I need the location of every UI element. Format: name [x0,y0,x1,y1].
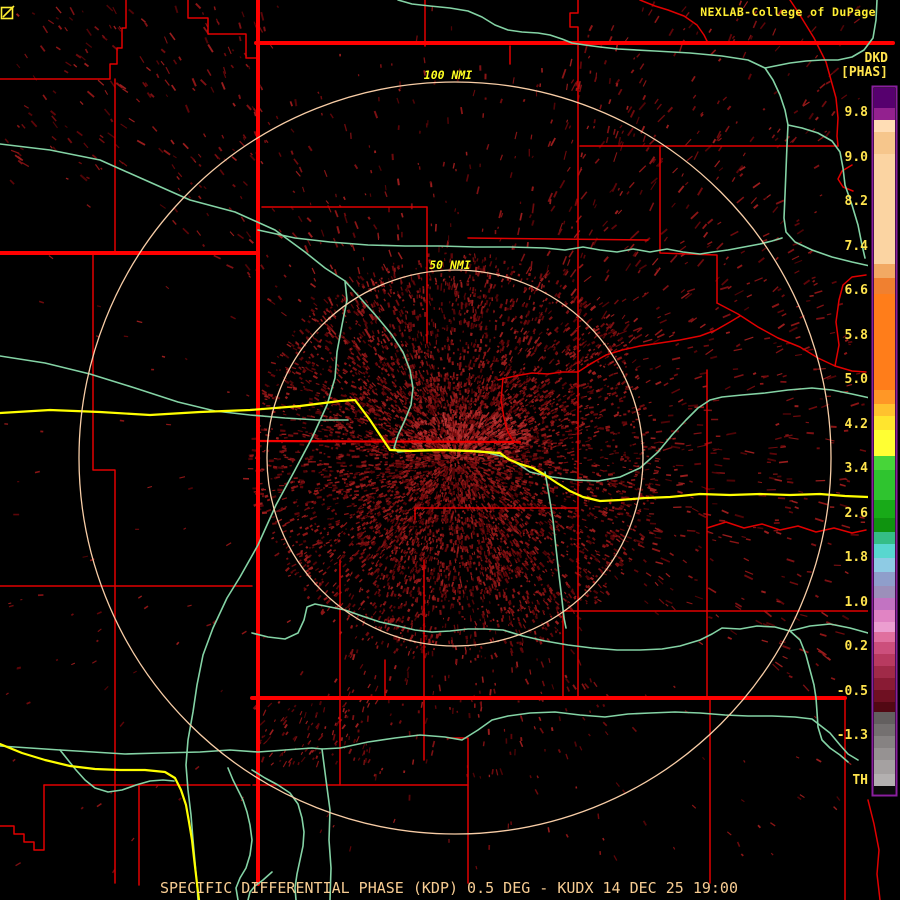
colorbar-tick-label: TH [852,772,868,788]
colorbar-tick-label: 0.2 [844,639,868,655]
colorbar-tick-label: 2.6 [844,505,868,521]
colorbar-tick-label: 1.0 [844,594,868,610]
colorbar-tick-label: 8.2 [844,194,868,210]
radar-viewer: NEXLAB-College of DuPage DKD [PHAS] 9.8 9… [0,0,900,900]
site-title: NEXLAB-College of DuPage [700,5,876,19]
colorbar-units-label: [PHAS] [841,65,888,80]
radar-map [0,0,900,900]
colorbar-tick-label: -1.3 [836,728,868,744]
range-ring-label-50nmi: 50 NMI [429,258,471,272]
colorbar-tick-label: 9.0 [844,149,868,165]
colorbar-tick-label: 4.2 [844,416,868,432]
cod-logo-icon [0,5,15,20]
status-bar: SPECIFIC DIFFERENTIAL PHASE (KDP) 0.5 DE… [160,879,738,897]
colorbar-tick-label: 7.4 [844,238,868,254]
colorbar-tick-label: 3.4 [844,461,868,477]
range-ring-label-100nmi: 100 NMI [423,68,473,82]
colorbar-tick-label: 6.6 [844,283,868,299]
colorbar-product-label: DKD [864,51,888,66]
colorbar-tick-label: 5.0 [844,372,868,388]
colorbar-tick-label: 1.8 [844,550,868,566]
color-scale [868,83,900,799]
colorbar-tick-label: -0.5 [836,683,868,699]
colorbar-tick-label: 5.8 [844,327,868,343]
colorbar-tick-label: 9.8 [844,105,868,120]
radar-clutter-layer [4,0,867,874]
